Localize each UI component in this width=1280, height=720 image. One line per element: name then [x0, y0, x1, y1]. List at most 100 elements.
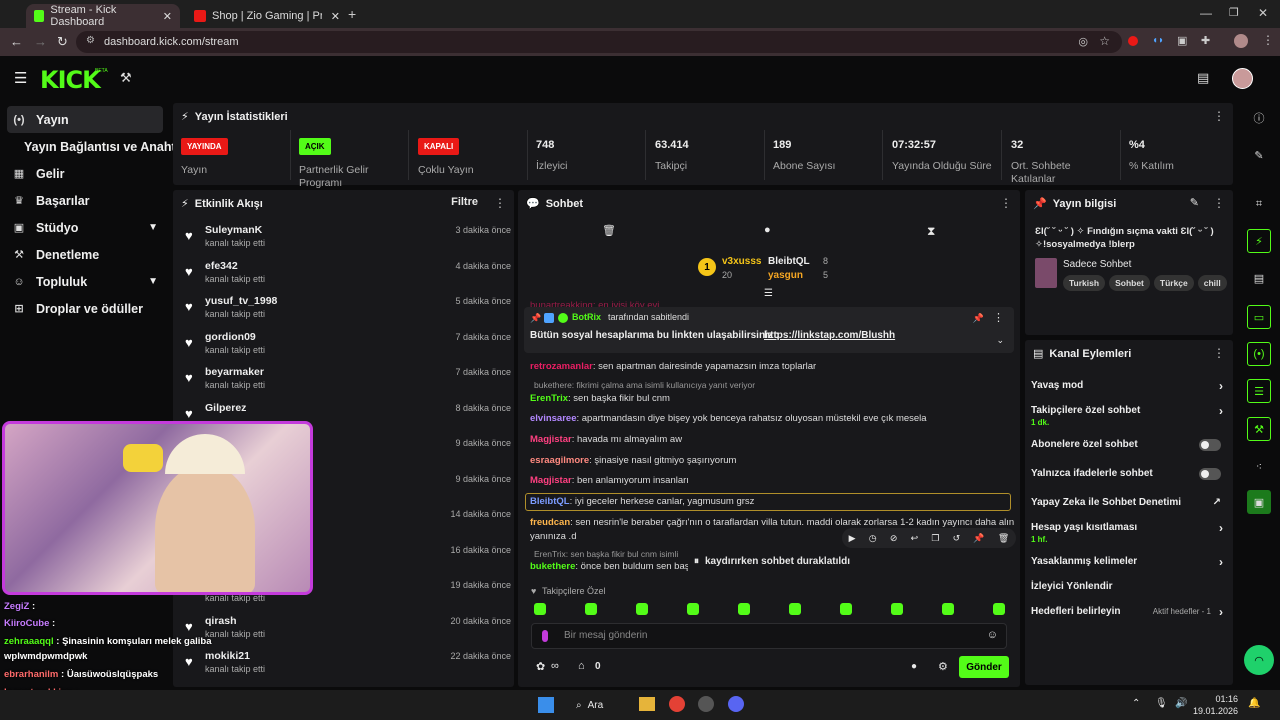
close-icon[interactable]: ✕ [331, 10, 340, 23]
external-link-icon[interactable]: ↗ [1213, 497, 1221, 508]
chat-username[interactable]: elvinsaree [530, 413, 576, 424]
emote-icon[interactable] [789, 603, 801, 615]
more-options-icon[interactable]: ⋮ [1213, 196, 1225, 210]
channel-action-row[interactable]: Takipçilere özel sohbet 1 dk. › [1031, 404, 1227, 427]
chevron-right-icon[interactable]: › [1219, 555, 1223, 569]
copy-icon[interactable]: ❐ [931, 533, 939, 544]
follower-name[interactable]: SuleymanK [205, 224, 262, 236]
chevron-right-icon[interactable]: › [1219, 605, 1223, 619]
emote-icon[interactable] [840, 603, 852, 615]
top-chatter-name[interactable]: v3xusss [722, 256, 761, 267]
sidebar-item-moderation[interactable]: ⚒ Denetleme [0, 241, 170, 268]
channel-action-row[interactable]: Yasaklanmış kelimeler › [1031, 555, 1227, 578]
chat-bubble-icon[interactable]: ● [764, 224, 771, 236]
play-icon[interactable]: ▶ [849, 533, 856, 544]
forward-icon[interactable]: → [34, 34, 47, 49]
tag[interactable]: chill [1197, 275, 1227, 291]
sidebar-item-studio[interactable]: ▣ Stüdyo ▼ [0, 214, 170, 241]
chat-username[interactable]: Magjistar [530, 434, 572, 445]
follower-name[interactable]: yusuf_tv_1998 [205, 295, 277, 307]
tools-icon[interactable]: ⚒ [120, 70, 132, 86]
send-button[interactable]: Gönder [959, 656, 1009, 678]
channel-points-icon[interactable]: ✿ [536, 660, 545, 673]
follower-name[interactable]: beyarmaker [205, 366, 264, 378]
chevron-right-icon[interactable]: › [1219, 404, 1223, 418]
file-explorer-icon[interactable] [639, 697, 655, 711]
emote-icon[interactable] [585, 603, 597, 615]
settings-gear-icon[interactable]: ⚙ [938, 660, 948, 673]
bookmark-star-icon[interactable]: ☆ [1099, 34, 1110, 48]
emoji-icon[interactable]: ☺ [987, 629, 998, 641]
emote-icon[interactable] [636, 603, 648, 615]
chat-icon[interactable]: ▭ [1247, 305, 1271, 329]
chat-username[interactable]: esraagilmore [530, 455, 589, 466]
broadcast-icon[interactable]: (•) [1247, 342, 1271, 366]
discord-icon[interactable] [728, 696, 744, 712]
reply-icon[interactable]: ↩ [911, 533, 919, 544]
tab-zio-gaming[interactable]: Shop | Zio Gaming | Premium G ✕ [186, 4, 348, 28]
channel-action-row[interactable]: Yalnızca ifadelerle sohbet [1031, 468, 1227, 490]
activity-row[interactable]: ♥ SuleymanK kanalı takip etti 3 dakika önce [183, 224, 511, 259]
crop-icon[interactable]: ⌗ [1247, 192, 1271, 216]
activity-row[interactable]: ♥ mokiki21 kanalı takip etti 22 dakika önce [183, 650, 511, 685]
url-input[interactable]: ⚙ dashboard.kick.com/stream ◎ ☆ [76, 31, 1122, 53]
pencil-icon[interactable]: ✎ [1247, 143, 1271, 167]
wrench-icon[interactable]: ⚒ [1247, 417, 1271, 441]
activity-row[interactable]: ♥ beyarmaker kanalı takip etti 7 dakika önc… [183, 366, 511, 401]
info-icon[interactable]: ⓘ [1247, 106, 1271, 130]
chevron-right-icon[interactable]: › [1219, 521, 1223, 535]
profile-avatar[interactable] [1234, 34, 1248, 48]
site-info-icon[interactable]: ⚙ [86, 35, 95, 46]
link-icon[interactable]: ∞ [551, 660, 559, 672]
eye-off-icon[interactable]: ◎ [1078, 35, 1088, 48]
top-chatter-name[interactable]: yasgun [768, 270, 803, 281]
close-icon[interactable]: ✕ [163, 10, 172, 23]
hamburger-menu-icon[interactable]: ☰ [14, 69, 27, 87]
chat-paused-banner[interactable]: ⏸ kaydırırken sohbet duraklatıldı [688, 551, 860, 571]
tray-chevron-icon[interactable]: ⌃ [1132, 698, 1140, 709]
sidebar-item-stream-key[interactable]: Yayın Bağlantısı ve Anahtarı [0, 133, 191, 160]
emote-icon[interactable] [993, 603, 1005, 615]
clock[interactable]: 01:16 19.01.2026 [1192, 693, 1238, 717]
chevron-down-icon[interactable]: ⌄ [996, 335, 1004, 346]
more-options-icon[interactable]: ⋮ [1213, 346, 1225, 360]
category-name[interactable]: Sadece Sohbet [1063, 259, 1131, 270]
filter-button[interactable]: Filtre [451, 196, 478, 208]
follower-name[interactable]: gordion09 [205, 331, 256, 343]
activity-row[interactable]: ♥ yusuf_tv_1998 kanalı takip etti 5 dakika … [183, 295, 511, 330]
chat-username[interactable]: ErenTrix [530, 393, 568, 404]
channel-action-row[interactable]: Abonelere özel sohbet [1031, 439, 1227, 461]
store-icon[interactable]: ⌂ [578, 660, 585, 672]
clock-icon[interactable]: ◷ [869, 533, 877, 544]
follower-name[interactable]: qirash [205, 615, 237, 627]
more-options-icon[interactable]: ⋮ [494, 196, 506, 210]
user-avatar[interactable] [1232, 68, 1253, 89]
expand-icon[interactable]: ☰ [764, 288, 773, 299]
mic-tray-icon[interactable]: 🎙 [1155, 698, 1168, 709]
layout-icon[interactable]: ▤ [1197, 70, 1209, 86]
chrome-icon[interactable] [669, 696, 685, 712]
emote-icon[interactable] [891, 603, 903, 615]
window-close-icon[interactable]: ✕ [1258, 6, 1268, 20]
emote-icon[interactable] [534, 603, 546, 615]
chevron-right-icon[interactable]: › [1219, 379, 1223, 393]
channel-action-row[interactable]: Hedefleri belirleyin Aktif hedefler - 1 › [1031, 605, 1227, 628]
chat-username[interactable]: retrozamanlar [530, 361, 593, 372]
emote-icon[interactable] [687, 603, 699, 615]
tag[interactable]: Turkish [1063, 275, 1106, 291]
delete-icon[interactable]: 🗑 [998, 533, 1009, 544]
browser-menu-icon[interactable]: ⋮ [1262, 33, 1274, 47]
mute-icon[interactable]: ⊘ [890, 533, 898, 544]
sidebar-item-community[interactable]: ☺ Topluluk ▼ [0, 268, 170, 295]
back-icon[interactable]: ← [10, 34, 23, 49]
minimize-icon[interactable]: — [1200, 6, 1212, 20]
extension-red-icon[interactable] [1128, 36, 1138, 46]
sidebar-item-revenue[interactable]: ▦ Gelir [0, 160, 170, 187]
sidebar-item-stream[interactable]: (•) Yayın [7, 106, 163, 133]
lightning-icon[interactable]: ⚡ [1247, 229, 1271, 253]
document-icon[interactable]: ▤ [1247, 266, 1271, 290]
follower-name[interactable]: efe342 [205, 260, 238, 272]
edit-pencil-icon[interactable]: ✎ [1190, 196, 1199, 209]
notification-bell-icon[interactable]: 🔔 [1248, 698, 1260, 709]
emote-icon[interactable] [942, 603, 954, 615]
